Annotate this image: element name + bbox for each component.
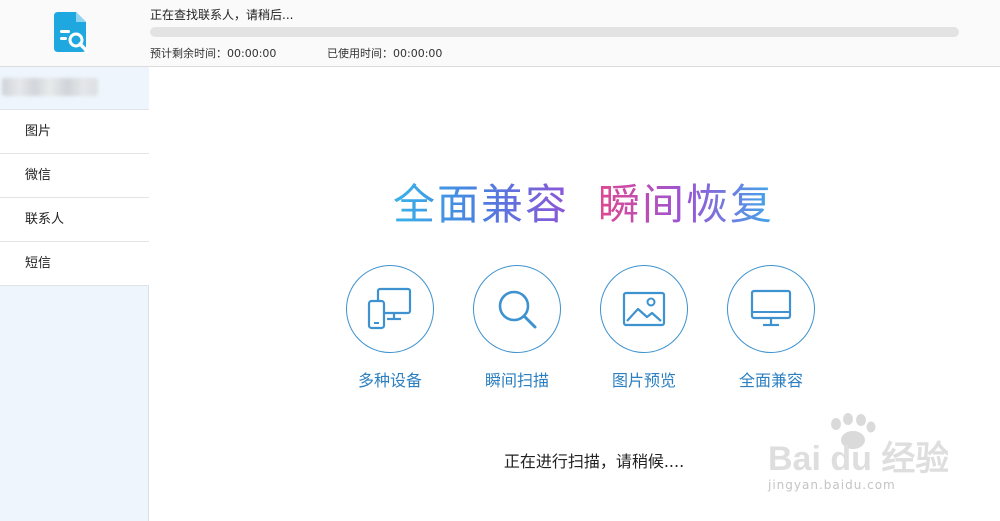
- slogan-instant-recovery: 瞬间恢复: [598, 180, 774, 229]
- feature-multi-device[interactable]: 多种设备: [325, 265, 455, 391]
- feature-label: 图片预览: [611, 371, 676, 390]
- feature-full-compat[interactable]: 全面兼容: [706, 265, 836, 391]
- estimated-time-remaining: 预计剩余时间：00:00:00: [150, 47, 277, 60]
- sidebar-nav: 图片 微信 联系人 短信: [0, 110, 149, 286]
- feature-instant-scan[interactable]: 瞬间扫描: [452, 265, 582, 391]
- watermark-brand: Bai du 经验: [768, 439, 948, 478]
- feature-circle: [473, 265, 561, 353]
- feature-photo-preview[interactable]: 图片预览: [579, 265, 709, 391]
- image-icon: [622, 291, 666, 327]
- feature-label: 多种设备: [357, 371, 422, 390]
- sidebar-item-sms[interactable]: 短信: [0, 242, 149, 286]
- time-used: 已使用时间：00:00:00: [327, 47, 443, 60]
- slogan-compatible: 全面兼容: [393, 180, 569, 229]
- feature-list: 多种设备 瞬间扫描 图片预览 全面兼容: [150, 265, 1000, 395]
- device-name-redacted: [2, 78, 98, 96]
- feature-label: 全面兼容: [738, 371, 803, 390]
- header: 正在查找联系人，请稍后... 预计剩余时间：00:00:00 已使用时间：00:…: [0, 0, 1000, 67]
- sidebar-item-photos[interactable]: 图片: [0, 110, 149, 154]
- scan-status-text: 正在查找联系人，请稍后...: [150, 8, 294, 22]
- feature-circle: [727, 265, 815, 353]
- sidebar: 图片 微信 联系人 短信: [0, 67, 149, 521]
- slogan-banner: 全面兼容 瞬间恢复: [393, 180, 774, 229]
- app-window: 正在查找联系人，请稍后... 预计剩余时间：00:00:00 已使用时间：00:…: [0, 0, 1000, 521]
- feature-label: 瞬间扫描: [484, 371, 549, 390]
- sidebar-item-contacts[interactable]: 联系人: [0, 198, 149, 242]
- sidebar-item-wechat[interactable]: 微信: [0, 154, 149, 198]
- watermark-url: jingyan.baidu.com: [768, 478, 896, 492]
- device-name-header: [0, 67, 149, 110]
- app-logo-icon: [54, 12, 89, 53]
- feature-circle: [346, 265, 434, 353]
- feature-circle: [600, 265, 688, 353]
- search-icon: [498, 290, 537, 329]
- devices-icon: [367, 287, 412, 330]
- monitor-icon: [750, 289, 792, 327]
- scan-progress-bar: [150, 27, 959, 37]
